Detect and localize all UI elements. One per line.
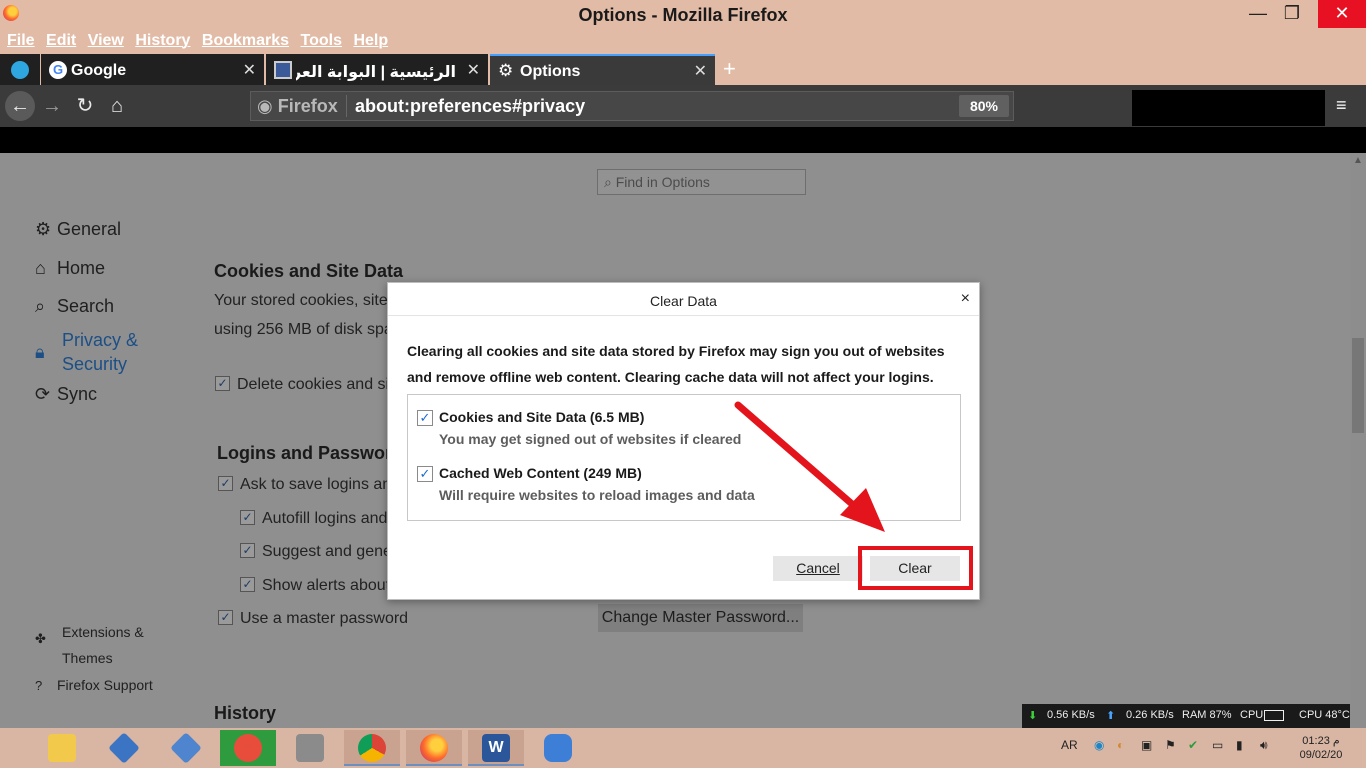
tray-image-icon[interactable]: ▣: [1141, 738, 1152, 752]
taskbar-chrome[interactable]: [344, 730, 400, 766]
tray-app-icon[interactable]: ◉: [1094, 738, 1104, 752]
clear-button-highlight: [858, 546, 973, 590]
monitor-icon[interactable]: ▭: [1212, 738, 1223, 752]
security-icon[interactable]: ✔: [1188, 738, 1198, 752]
app-diamond-icon: [170, 732, 202, 764]
tray-weather-icon[interactable]: ◐: [1117, 738, 1124, 752]
cpu-temperature: CPU 48°C: [1299, 709, 1350, 721]
taskbar-clock[interactable]: 01:23 م 09/02/20: [1293, 734, 1349, 762]
taskbar: W AR ◉ ◐ ▣ ⚑ ✔ ▭ ▮ 🔊︎: [0, 728, 1366, 768]
network-monitor: ⬇ 0.56 KB/s ⬆ 0.26 KB/s RAM 87% CPU CPU …: [1022, 704, 1350, 728]
ram-usage: RAM 87%: [1182, 709, 1232, 721]
taskbar-app-4[interactable]: [282, 730, 338, 766]
firefox-icon: [420, 734, 448, 762]
clock-time: 01:23 م: [1302, 735, 1340, 747]
download-arrow-icon: ⬇: [1028, 710, 1038, 722]
cpu-meter: [1264, 710, 1284, 721]
taskbar-app-5[interactable]: [530, 730, 586, 766]
media-app-icon: [234, 734, 262, 762]
app-diamond-icon: [108, 732, 140, 764]
shield-app-icon: [544, 734, 572, 762]
taskbar-file-explorer[interactable]: [34, 730, 90, 766]
grid-app-icon: [296, 734, 324, 762]
chrome-icon: [358, 734, 386, 762]
taskbar-app-3[interactable]: [220, 730, 276, 766]
upload-speed: 0.26 KB/s: [1126, 709, 1174, 721]
language-indicator[interactable]: AR: [1061, 738, 1078, 752]
taskbar-word[interactable]: W: [468, 730, 524, 766]
taskbar-firefox[interactable]: [406, 730, 462, 766]
cpu-label: CPU: [1240, 709, 1264, 721]
download-speed: 0.56 KB/s: [1047, 709, 1095, 721]
taskbar-app-1[interactable]: [96, 730, 152, 766]
upload-arrow-icon: ⬆: [1106, 710, 1116, 722]
volume-icon[interactable]: 🔊︎: [1260, 738, 1268, 753]
taskbar-app-2[interactable]: [158, 730, 214, 766]
word-icon: W: [482, 734, 510, 762]
annotation-arrow-icon: [734, 401, 885, 532]
battery-icon[interactable]: ▮: [1236, 738, 1243, 752]
folder-icon: [48, 734, 76, 762]
flag-icon[interactable]: ⚑: [1165, 738, 1176, 752]
clock-date: 09/02/20: [1299, 749, 1343, 761]
